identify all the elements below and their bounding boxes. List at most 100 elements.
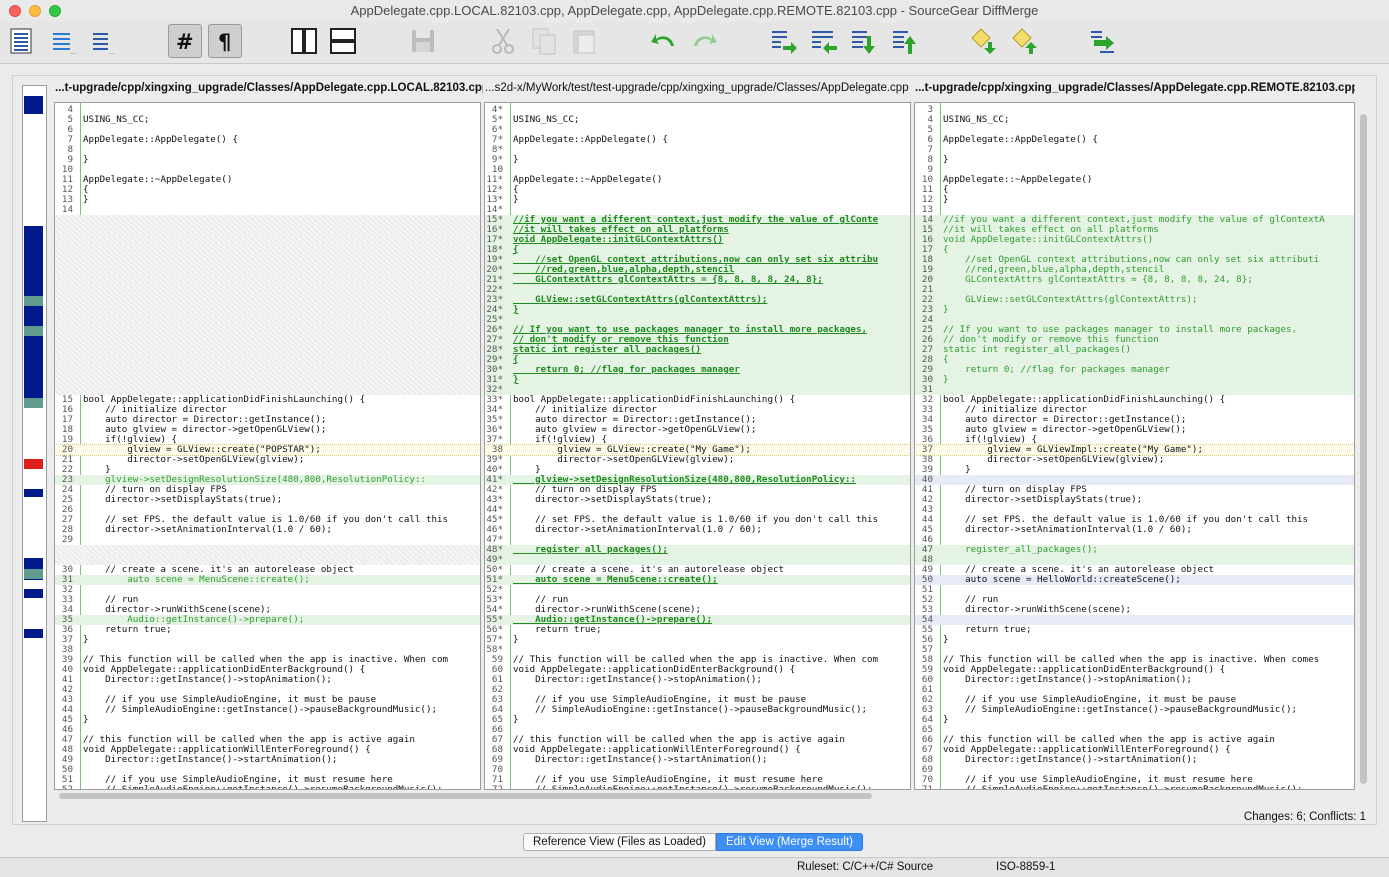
close-window-button[interactable] — [9, 5, 21, 17]
code-line[interactable] — [55, 545, 480, 555]
paste-button[interactable] — [567, 24, 601, 58]
copy-button[interactable] — [527, 24, 561, 58]
next-conflict-button[interactable] — [967, 24, 1001, 58]
code-line[interactable]: 16 void AppDelegate::initGLContextAttrs() — [915, 235, 1354, 245]
code-line[interactable]: 57*} — [485, 635, 910, 645]
code-line[interactable]: 11* AppDelegate::~AppDelegate() — [485, 175, 910, 185]
right-file-pane[interactable]: 3 4 USING_NS_CC; 5 6 AppDelegate::AppDelegate… — [914, 102, 1355, 790]
code-line[interactable]: 45 director->setAnimationInterval(1.0 / … — [915, 525, 1354, 535]
last-change-button[interactable] — [888, 24, 922, 58]
code-line[interactable]: 7* AppDelegate::AppDelegate() { — [485, 135, 910, 145]
code-line[interactable]: 27 static int register_all_packages() — [915, 345, 1354, 355]
code-line[interactable] — [55, 325, 480, 335]
code-line[interactable]: 30} — [915, 375, 1354, 385]
side-by-side-button[interactable] — [287, 24, 321, 58]
code-line[interactable]: 48* register_all_packages(); — [485, 545, 910, 555]
code-line[interactable]: 14 — [55, 205, 480, 215]
prev-change-button[interactable] — [807, 24, 841, 58]
code-line[interactable]: 28 director->setAnimationInterval(1.0 / … — [55, 525, 480, 535]
code-line[interactable]: 11{ — [915, 185, 1354, 195]
code-line[interactable]: 10 AppDelegate::~AppDelegate() — [915, 175, 1354, 185]
redo-button[interactable] — [688, 24, 722, 58]
code-line[interactable]: 21* GLContextAttrs glContextAttrs = {8, … — [485, 275, 910, 285]
code-line[interactable]: 12*{ — [485, 185, 910, 195]
code-line[interactable]: 21 director->setOpenGLView(glview); — [55, 455, 480, 465]
code-line[interactable]: 43* director->setDisplayStats(true); — [485, 495, 910, 505]
code-line[interactable]: 31 auto scene = MenuScene::create(); — [55, 575, 480, 585]
code-line[interactable]: 38 director->setOpenGLView(glview); — [915, 455, 1354, 465]
diffs-only-button[interactable]: ... — [46, 24, 80, 58]
code-line[interactable]: 13*} — [485, 195, 910, 205]
code-line[interactable]: 49 Director::getInstance()->startAnimati… — [55, 755, 480, 765]
code-line[interactable]: 12} — [915, 195, 1354, 205]
code-line[interactable]: 29 — [55, 535, 480, 545]
cut-button[interactable] — [486, 24, 520, 58]
overview-marker[interactable] — [24, 226, 43, 402]
code-line[interactable] — [55, 235, 480, 245]
code-line[interactable]: 63 // SimpleAudioEngine::getInstance()->… — [915, 705, 1354, 715]
code-line[interactable]: 22 GLView::setGLContextAttrs(glContextAt… — [915, 295, 1354, 305]
code-line[interactable]: 23* GLView::setGLContextAttrs(glContextA… — [485, 295, 910, 305]
code-line[interactable]: 28* static int register_all_packages() — [485, 345, 910, 355]
code-line[interactable]: 4 USING_NS_CC; — [915, 115, 1354, 125]
code-line[interactable]: 47 register_all_packages(); — [915, 545, 1354, 555]
vertical-scrollbar[interactable] — [1358, 102, 1370, 790]
code-line[interactable]: 60 Director::getInstance()->stopAnimatio… — [915, 675, 1354, 685]
code-line[interactable]: 20 GLContextAttrs glContextAttrs = {8, 8… — [915, 275, 1354, 285]
code-line[interactable]: 52 // SimpleAudioEngine::getInstance()->… — [55, 785, 480, 790]
code-line[interactable]: 24*} — [485, 305, 910, 315]
minimize-window-button[interactable] — [29, 5, 41, 17]
code-line[interactable]: 56} — [915, 635, 1354, 645]
code-line[interactable]: 5* USING_NS_CC; — [485, 115, 910, 125]
reference-view-button[interactable]: Reference View (Files as Loaded) — [523, 833, 717, 851]
code-line[interactable]: 31*} — [485, 375, 910, 385]
diffs-context-button[interactable]: ... — [86, 24, 120, 58]
code-line[interactable]: 13} — [55, 195, 480, 205]
code-line[interactable]: 30* return 0; //flag for packages manage… — [485, 365, 910, 375]
change-overview-map[interactable] — [22, 85, 47, 822]
code-line[interactable] — [55, 345, 480, 355]
code-line[interactable]: 12{ — [55, 185, 480, 195]
code-line[interactable]: 37} — [55, 635, 480, 645]
code-line[interactable]: 71 // SimpleAudioEngine::getInstance()->… — [915, 785, 1354, 790]
code-line[interactable] — [55, 215, 480, 225]
code-line[interactable] — [55, 225, 480, 235]
code-line[interactable] — [55, 305, 480, 315]
code-line[interactable] — [55, 375, 480, 385]
code-line[interactable]: 45} — [55, 715, 480, 725]
left-file-pane[interactable]: 4 5 USING_NS_CC; 6 7 AppDelegate::AppDelegate… — [54, 102, 481, 790]
code-line[interactable]: 50 auto scene = HelloWorld::createScene(… — [915, 575, 1354, 585]
code-line[interactable]: 69 Director::getInstance()->startAnimati… — [485, 755, 910, 765]
code-line[interactable]: 8} — [915, 155, 1354, 165]
zoom-window-button[interactable] — [49, 5, 61, 17]
save-button[interactable] — [406, 24, 440, 58]
auto-merge-button[interactable] — [1086, 24, 1120, 58]
code-line[interactable]: 51* auto scene = MenuScene::create(); — [485, 575, 910, 585]
overview-conflict-marker[interactable] — [24, 459, 43, 469]
code-line[interactable]: 39 } — [915, 465, 1354, 475]
code-line[interactable]: 25 director->setDisplayStats(true); — [55, 495, 480, 505]
overview-marker[interactable] — [24, 589, 43, 598]
next-change-button[interactable] — [847, 24, 881, 58]
code-line[interactable]: 5 USING_NS_CC; — [55, 115, 480, 125]
code-line[interactable] — [55, 315, 480, 325]
code-line[interactable]: 64} — [915, 715, 1354, 725]
code-line[interactable]: 42 director->setDisplayStats(true); — [915, 495, 1354, 505]
code-line[interactable]: 29 return 0; //flag for packages manager — [915, 365, 1354, 375]
overview-marker[interactable] — [24, 569, 43, 579]
code-line[interactable]: 6 AppDelegate::AppDelegate() { — [915, 135, 1354, 145]
code-line[interactable] — [55, 275, 480, 285]
code-line[interactable]: 56* return true; — [485, 625, 910, 635]
code-line[interactable]: 68 Director::getInstance()->startAnimati… — [915, 755, 1354, 765]
code-line[interactable]: 9*} — [485, 155, 910, 165]
code-line[interactable] — [55, 255, 480, 265]
code-line[interactable]: 8* — [485, 145, 910, 155]
code-line[interactable] — [55, 365, 480, 375]
code-line[interactable]: 17* void AppDelegate::initGLContextAttrs(… — [485, 235, 910, 245]
code-line[interactable]: 9} — [55, 155, 480, 165]
line-numbers-button[interactable]: # — [168, 24, 202, 58]
stacked-layout-button[interactable] — [326, 24, 360, 58]
code-line[interactable]: 55 return true; — [915, 625, 1354, 635]
code-line[interactable]: 36 return true; — [55, 625, 480, 635]
prev-conflict-button[interactable] — [1008, 24, 1042, 58]
